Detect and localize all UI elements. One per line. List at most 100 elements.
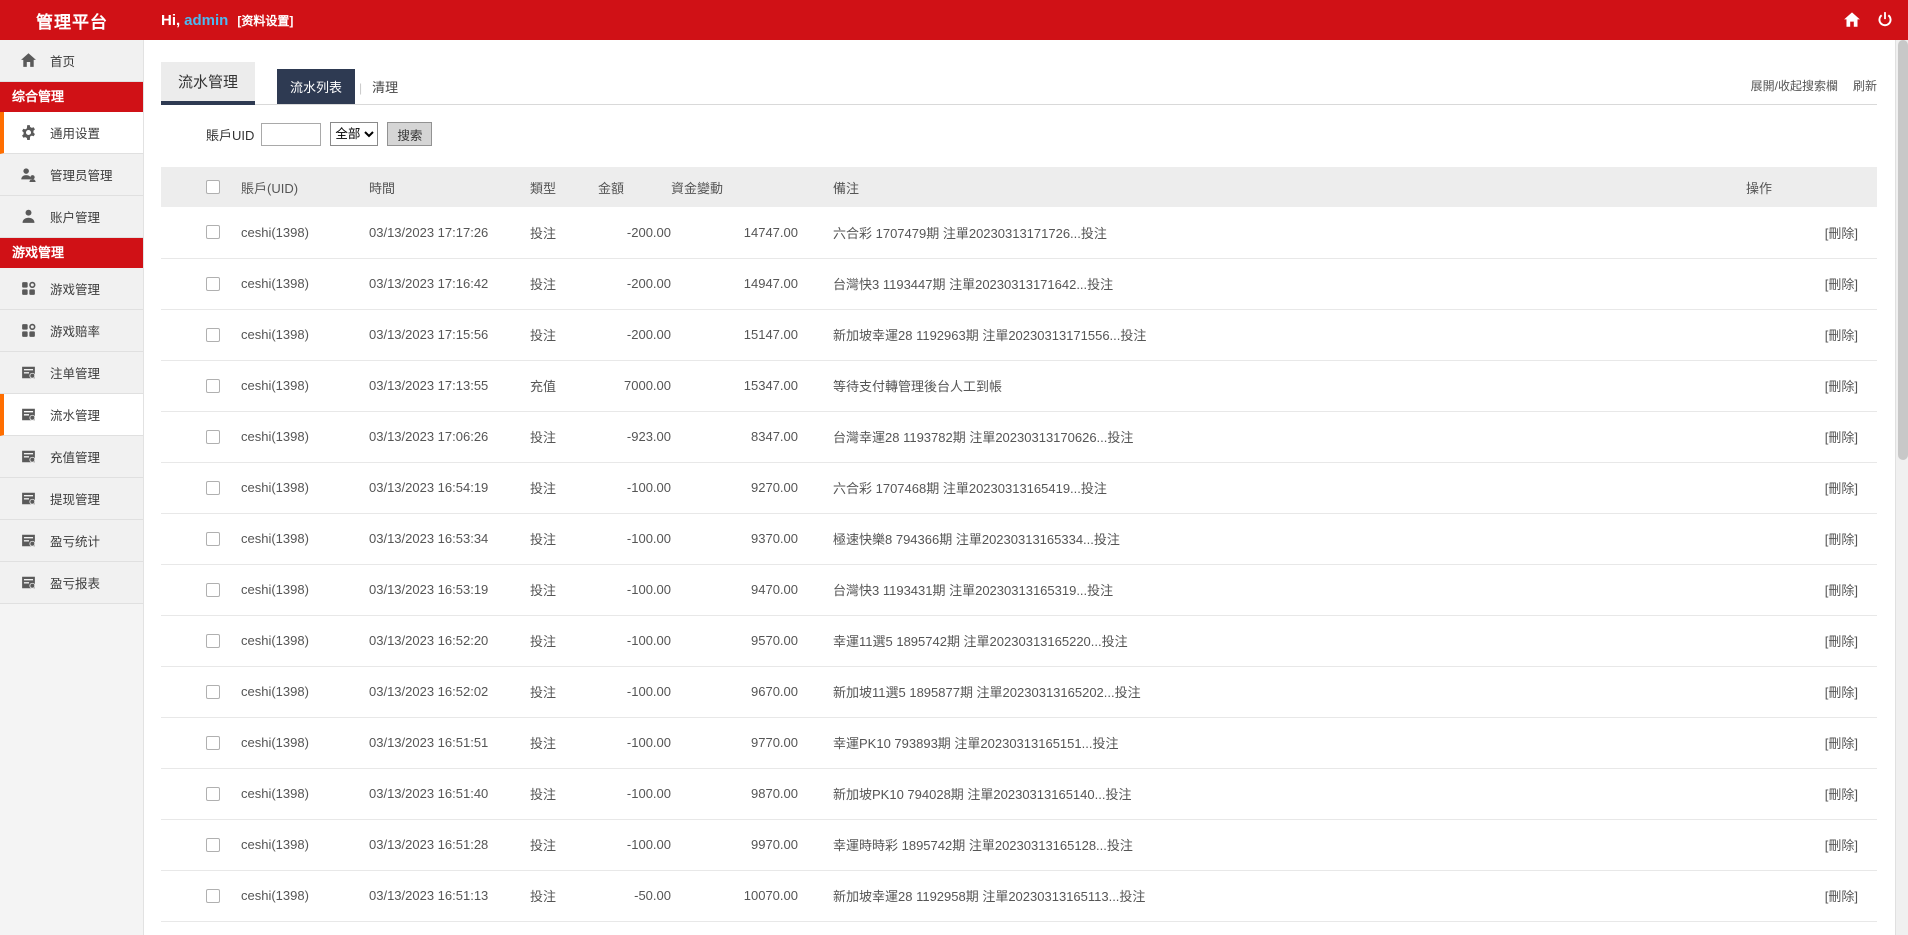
- row-checkbox[interactable]: [206, 684, 220, 699]
- balance-cell: 9370.00: [751, 531, 798, 546]
- page-title: 流水管理: [161, 62, 256, 105]
- greeting: Hi, admin [资料设置]: [161, 12, 293, 29]
- amount-cell: -50.00: [634, 888, 671, 903]
- toggle-search-link[interactable]: 展開/收起搜索欄: [1751, 77, 1838, 94]
- sidebar-item[interactable]: 提现管理: [0, 478, 143, 520]
- delete-link[interactable]: [刪除]: [1825, 379, 1858, 394]
- type-cell: 投注: [530, 634, 557, 649]
- action-cell: [刪除]: [1746, 360, 1877, 411]
- row-checkbox[interactable]: [206, 276, 220, 291]
- sidebar-item[interactable]: 流水管理: [0, 394, 143, 436]
- sidebar-item[interactable]: 充值管理: [0, 436, 143, 478]
- delete-link[interactable]: [刪除]: [1825, 583, 1858, 598]
- remark-cell: 幸運時時彩 1895742期 注單20230313165128...投注: [833, 838, 1133, 853]
- home-icon[interactable]: [1843, 11, 1861, 29]
- sidebar-item-label: 首页: [50, 55, 76, 69]
- row-checkbox[interactable]: [206, 633, 220, 648]
- delete-link[interactable]: [刪除]: [1825, 430, 1858, 445]
- balance-cell: 9570.00: [751, 633, 798, 648]
- delete-link[interactable]: [刪除]: [1825, 889, 1858, 904]
- column-header: 備注: [833, 180, 860, 196]
- balance-cell: 14747.00: [743, 224, 798, 240]
- sidebar-item[interactable]: 盈亏统计: [0, 520, 143, 562]
- action-cell: [刪除]: [1746, 258, 1877, 309]
- action-cell: [刪除]: [1746, 870, 1877, 921]
- row-checkbox[interactable]: [206, 378, 220, 393]
- scrollbar-thumb[interactable]: [1898, 40, 1908, 460]
- greeting-prefix: Hi,: [161, 11, 181, 29]
- row-checkbox[interactable]: [206, 531, 220, 546]
- remark-cell: 極速快樂8 794366期 注單20230313165334...投注: [833, 532, 1120, 547]
- table-header-row: 賬戶(UID) 時間 類型 金額 資金變動 備注 操作: [161, 167, 1877, 207]
- row-checkbox[interactable]: [206, 327, 220, 342]
- delete-link[interactable]: [刪除]: [1825, 532, 1858, 547]
- sidebar-item-label: 盈亏统计: [50, 535, 101, 549]
- checkbox-cell: [161, 819, 241, 870]
- type-cell: 投注: [530, 328, 557, 343]
- delete-link[interactable]: [刪除]: [1825, 481, 1858, 496]
- flow-table: 賬戶(UID) 時間 類型 金額 資金變動 備注 操作 ceshi(1398) 03/13/2…: [161, 167, 1877, 922]
- search-button[interactable]: 搜索: [387, 122, 433, 146]
- sidebar-item-label: 账户管理: [50, 211, 101, 225]
- sidebar-item[interactable]: 注单管理: [0, 352, 143, 394]
- delete-link[interactable]: [刪除]: [1825, 277, 1858, 292]
- balance-cell: 9970.00: [751, 837, 798, 852]
- sidebar-item[interactable]: 账户管理: [0, 196, 143, 238]
- action-cell: [刪除]: [1746, 615, 1877, 666]
- column-header: 類型: [530, 180, 557, 196]
- time-cell: 03/13/2023 17:06:26: [369, 429, 489, 444]
- checkbox-cell: [161, 768, 241, 819]
- balance-cell: 15147.00: [743, 327, 798, 342]
- sidebar-item[interactable]: 首页: [0, 40, 143, 82]
- time-cell: 03/13/2023 17:15:56: [369, 327, 489, 342]
- row-checkbox[interactable]: [206, 786, 220, 801]
- balance-cell: 14947.00: [743, 276, 798, 291]
- sidebar-item[interactable]: 游戏赔率: [0, 310, 143, 352]
- report-icon: [20, 532, 37, 549]
- row-checkbox[interactable]: [206, 225, 220, 240]
- balance-cell: 9870.00: [751, 786, 798, 801]
- sidebar-item-label: 盈亏报表: [50, 577, 101, 591]
- report-icon: [20, 574, 37, 591]
- amount-cell: -923.00: [626, 429, 671, 444]
- type-select[interactable]: 全部: [330, 122, 379, 146]
- delete-link[interactable]: [刪除]: [1825, 634, 1858, 649]
- row-checkbox[interactable]: [206, 735, 220, 750]
- row-checkbox[interactable]: [206, 888, 220, 903]
- column-header: 資金變動: [671, 180, 724, 196]
- row-checkbox[interactable]: [206, 837, 220, 852]
- power-icon[interactable]: [1876, 11, 1894, 29]
- uid-input[interactable]: [261, 122, 322, 146]
- balance-cell: 15347.00: [743, 378, 798, 393]
- table-row: ceshi(1398) 03/13/2023 17:06:26 投注 -923.00 8…: [161, 411, 1877, 462]
- delete-link[interactable]: [刪除]: [1825, 226, 1858, 241]
- profile-settings-link[interactable]: [资料设置]: [237, 12, 293, 29]
- sidebar-item[interactable]: 通用设置: [0, 112, 143, 154]
- remark-cell: 新加坡幸運28 1192958期 注單20230313165113...投注: [833, 889, 1146, 904]
- time-cell: 03/13/2023 16:51:51: [369, 735, 489, 750]
- action-cell: [刪除]: [1746, 819, 1877, 870]
- amount-cell: 7000.00: [624, 378, 671, 393]
- sidebar-item-label: 充值管理: [50, 451, 101, 465]
- row-checkbox[interactable]: [206, 480, 220, 495]
- delete-link[interactable]: [刪除]: [1825, 736, 1858, 751]
- delete-link[interactable]: [刪除]: [1825, 838, 1858, 853]
- sidebar-item[interactable]: 盈亏报表: [0, 562, 143, 604]
- delete-link[interactable]: [刪除]: [1825, 787, 1858, 802]
- checkbox-cell: [161, 360, 241, 411]
- row-checkbox[interactable]: [206, 582, 220, 597]
- delete-link[interactable]: [刪除]: [1825, 685, 1858, 700]
- type-cell: 充值: [530, 379, 557, 394]
- table-row: ceshi(1398) 03/13/2023 17:13:55 充值 7000.00 1…: [161, 360, 1877, 411]
- tab-flow-list[interactable]: 流水列表: [277, 69, 356, 104]
- sidebar-item[interactable]: 游戏管理: [0, 268, 143, 310]
- scrollbar[interactable]: [1895, 40, 1908, 935]
- row-checkbox[interactable]: [206, 429, 220, 444]
- delete-link[interactable]: [刪除]: [1825, 328, 1858, 343]
- select-all-checkbox[interactable]: [206, 180, 220, 194]
- tab-cleanup[interactable]: 清理: [362, 69, 408, 104]
- remark-cell: 台灣快3 1193431期 注單20230313165319...投注: [833, 583, 1114, 598]
- refresh-link[interactable]: 刷新: [1853, 77, 1877, 94]
- sidebar-item[interactable]: 管理员管理: [0, 154, 143, 196]
- account-cell: ceshi(1398): [241, 633, 309, 648]
